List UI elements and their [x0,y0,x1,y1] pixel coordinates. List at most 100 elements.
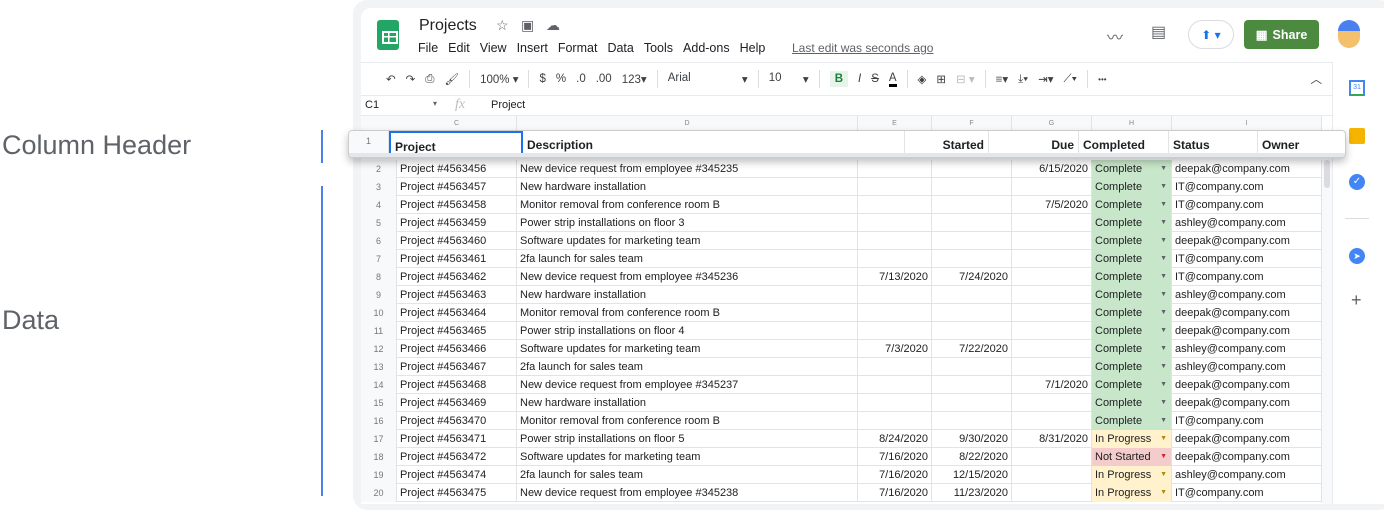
header-cell-project[interactable]: Project [389,131,523,155]
star-icon[interactable]: ☆ [496,17,509,34]
description-cell[interactable]: Software updates for marketing team [517,448,858,466]
status-dropdown[interactable]: Complete ▼ [1092,304,1172,322]
completed-cell[interactable] [1012,358,1092,376]
owner-cell[interactable]: deepak@company.com [1172,322,1322,340]
header-cell-description[interactable]: Description [523,131,905,155]
project-cell[interactable]: Project #4563462 [397,268,517,286]
description-cell[interactable]: New hardware installation [517,286,858,304]
project-cell[interactable]: Project #4563468 [397,376,517,394]
dropdown-arrow-icon[interactable]: ▼ [1160,286,1167,304]
started-cell[interactable] [858,196,932,214]
description-cell[interactable]: Power strip installations on floor 5 [517,430,858,448]
completed-cell[interactable] [1012,250,1092,268]
avatar[interactable] [1338,20,1360,48]
completed-cell[interactable] [1012,286,1092,304]
merge-cells-icon[interactable]: ⊟ ▾ [956,72,975,86]
due-cell[interactable] [932,196,1012,214]
due-cell[interactable] [932,304,1012,322]
share-button[interactable]: ▦ Share [1244,20,1319,49]
menu-edit[interactable]: Edit [448,41,470,55]
due-cell[interactable] [932,250,1012,268]
owner-cell[interactable]: ashley@company.com [1172,340,1322,358]
completed-cell[interactable] [1012,466,1092,484]
column-header-e[interactable]: E [858,116,932,131]
due-cell[interactable] [932,232,1012,250]
owner-cell[interactable]: IT@company.com [1172,412,1322,430]
owner-cell[interactable]: deepak@company.com [1172,304,1322,322]
project-cell[interactable]: Project #4563466 [397,340,517,358]
completed-cell[interactable] [1012,178,1092,196]
bold-button[interactable]: B [829,71,848,87]
description-cell[interactable]: 2fa launch for sales team [517,466,858,484]
project-cell[interactable]: Project #4563471 [397,430,517,448]
owner-cell[interactable]: IT@company.com [1172,484,1322,502]
owner-cell[interactable]: IT@company.com [1172,178,1322,196]
paint-format-icon[interactable]: 🖌 [444,72,459,86]
status-dropdown[interactable]: Not Started ▼ [1092,448,1172,466]
project-cell[interactable]: Project #4563472 [397,448,517,466]
due-cell[interactable]: 7/22/2020 [932,340,1012,358]
font-size-select[interactable]: 10 ▾ [769,72,809,86]
print-icon[interactable]: ⎙ [425,73,434,86]
due-cell[interactable]: 8/22/2020 [932,448,1012,466]
menu-add-ons[interactable]: Add-ons [683,41,730,55]
due-cell[interactable] [932,178,1012,196]
currency-button[interactable]: $ [539,73,545,85]
increase-decimal-button[interactable]: .00 [596,73,612,85]
project-cell[interactable]: Project #4563475 [397,484,517,502]
description-cell[interactable]: Software updates for marketing team [517,340,858,358]
comments-icon[interactable]: ▤ [1151,22,1166,42]
completed-cell[interactable] [1012,412,1092,430]
status-dropdown[interactable]: In Progress ▼ [1092,430,1172,448]
dropdown-arrow-icon[interactable]: ▼ [1160,196,1167,214]
dropdown-arrow-icon[interactable]: ▼ [1160,322,1167,340]
project-cell[interactable]: Project #4563456 [397,160,517,178]
menu-file[interactable]: File [418,41,438,55]
started-cell[interactable] [858,178,932,196]
description-cell[interactable]: Power strip installations on floor 3 [517,214,858,232]
started-cell[interactable] [858,250,932,268]
started-cell[interactable]: 7/13/2020 [858,268,932,286]
due-cell[interactable] [932,394,1012,412]
due-cell[interactable] [932,160,1012,178]
dropdown-arrow-icon[interactable]: ▼ [1160,376,1167,394]
started-cell[interactable] [858,322,932,340]
dropdown-arrow-icon[interactable]: ▼ [1160,484,1167,502]
dropdown-arrow-icon[interactable]: ▼ [1160,304,1167,322]
menu-data[interactable]: Data [607,41,633,55]
vertical-align-icon[interactable]: ⤓▾ [1018,73,1028,86]
decrease-decimal-button[interactable]: .0 [576,73,586,85]
description-cell[interactable]: New hardware installation [517,178,858,196]
add-addon-icon[interactable]: + [1351,290,1362,311]
description-cell[interactable]: Monitor removal from conference room B [517,196,858,214]
column-header-g[interactable]: G [1012,116,1092,131]
column-header-h[interactable]: H [1092,116,1172,131]
fill-color-icon[interactable]: ◈ [918,72,927,86]
column-header-d[interactable]: D [517,116,858,131]
description-cell[interactable]: New hardware installation [517,394,858,412]
menu-tools[interactable]: Tools [644,41,673,55]
calendar-icon[interactable]: 31 [1349,80,1365,96]
project-cell[interactable]: Project #4563461 [397,250,517,268]
column-header-i[interactable]: I [1172,116,1322,131]
borders-icon[interactable]: ⊞ [936,72,946,86]
started-cell[interactable]: 8/24/2020 [858,430,932,448]
completed-cell[interactable]: 6/15/2020 [1012,160,1092,178]
completed-cell[interactable] [1012,394,1092,412]
status-dropdown[interactable]: Complete ▼ [1092,412,1172,430]
status-dropdown[interactable]: Complete ▼ [1092,196,1172,214]
text-rotation-icon[interactable]: ⟋▾ [1063,73,1077,86]
zoom-select[interactable]: 100% ▾ [480,72,518,86]
status-dropdown[interactable]: Complete ▼ [1092,268,1172,286]
move-folder-icon[interactable]: ▣ [521,17,534,34]
more-formats-button[interactable]: 123▾ [622,72,647,86]
status-dropdown[interactable]: In Progress ▼ [1092,484,1172,502]
completed-cell[interactable] [1012,268,1092,286]
dropdown-arrow-icon[interactable]: ▼ [1160,394,1167,412]
description-cell[interactable]: Power strip installations on floor 4 [517,322,858,340]
project-cell[interactable]: Project #4563460 [397,232,517,250]
status-dropdown[interactable]: Complete ▼ [1092,376,1172,394]
owner-cell[interactable]: IT@company.com [1172,268,1322,286]
due-cell[interactable] [932,412,1012,430]
status-dropdown[interactable]: Complete ▼ [1092,394,1172,412]
